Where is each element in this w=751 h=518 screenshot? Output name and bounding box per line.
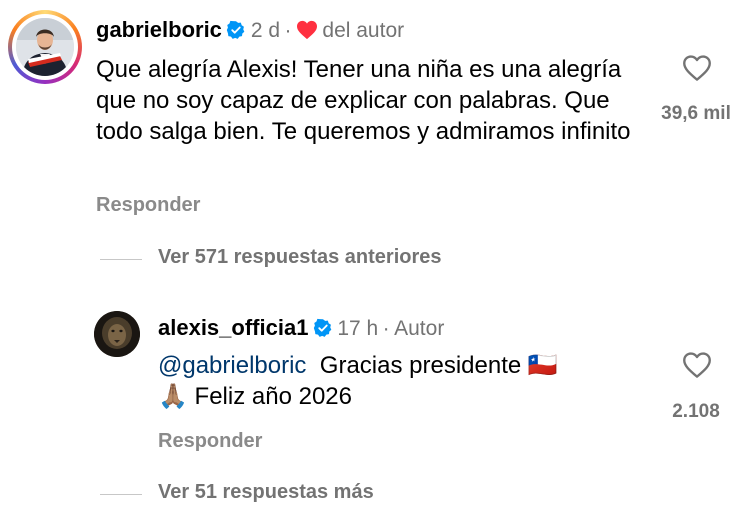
like-button[interactable] xyxy=(682,54,712,87)
comment-username[interactable]: gabrielboric xyxy=(96,17,222,42)
reply-text: @gabrielboric Gracias presidente 🇨🇱 🙏🏽 F… xyxy=(158,350,638,412)
reply-username[interactable]: alexis_officia1 xyxy=(158,315,308,340)
avatar-gabrielboric[interactable] xyxy=(8,10,82,84)
comment-text: Que alegría Alexis! Tener una niña es un… xyxy=(96,56,631,145)
meta-separator: · xyxy=(382,317,390,340)
view-previous-replies-button[interactable]: Ver 571 respuestas anteriores xyxy=(158,246,442,269)
meta-separator: · xyxy=(284,19,292,42)
verified-badge-icon xyxy=(226,20,246,45)
avatar-alexis[interactable] xyxy=(94,311,140,357)
reply-header: alexis_officia1 17 h · Autor xyxy=(158,315,444,343)
reply-like-count: 2.108 xyxy=(672,401,720,422)
comment-header: gabrielboric 2 d · del autor xyxy=(96,17,404,45)
heart-outline-icon xyxy=(683,55,711,81)
reply-text-line-2: 🙏🏽 Feliz año 2026 xyxy=(158,383,352,410)
view-more-replies-button[interactable]: Ver 51 respuestas más xyxy=(158,481,374,504)
mention-link[interactable]: @gabrielboric xyxy=(158,352,306,379)
reply-time: 17 h xyxy=(337,317,379,340)
comment-time: 2 d xyxy=(250,19,281,42)
avatar-lion-icon xyxy=(94,311,140,357)
verified-badge-icon xyxy=(313,318,333,343)
reply-button[interactable]: Responder xyxy=(158,430,262,453)
author-liked-label: del autor xyxy=(322,19,405,42)
heart-outline-icon xyxy=(683,352,711,378)
like-count: 39,6 mil xyxy=(661,103,731,124)
reply-text-line-1: @gabrielboric Gracias presidente 🇨🇱 xyxy=(158,350,638,381)
reply-like-button[interactable] xyxy=(682,351,712,384)
replies-divider xyxy=(100,259,142,260)
reply-text-line-1-content: Gracias presidente 🇨🇱 xyxy=(319,352,558,379)
reply-button[interactable]: Responder xyxy=(96,194,200,217)
filled-heart-icon xyxy=(296,20,318,45)
replies-divider xyxy=(100,494,142,495)
author-tag: Autor xyxy=(394,317,445,340)
avatar-portrait-icon xyxy=(16,18,74,76)
